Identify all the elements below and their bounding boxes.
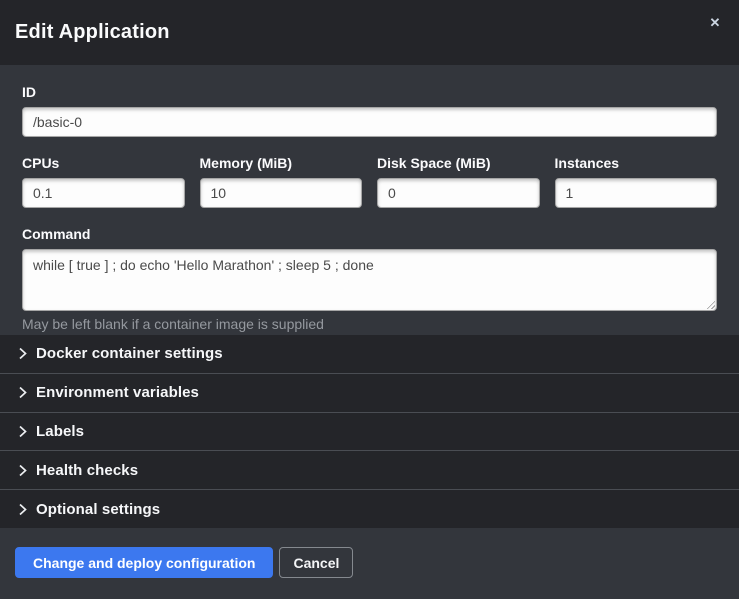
id-field-group: ID bbox=[22, 84, 717, 137]
chevron-right-icon bbox=[18, 347, 27, 360]
section-optional-settings[interactable]: Optional settings bbox=[0, 489, 739, 528]
section-docker-container-settings[interactable]: Docker container settings bbox=[0, 335, 739, 373]
change-and-deploy-button[interactable]: Change and deploy configuration bbox=[15, 547, 273, 578]
command-label: Command bbox=[22, 226, 717, 242]
instances-field-group: Instances bbox=[555, 155, 718, 208]
instances-label: Instances bbox=[555, 155, 718, 171]
memory-label: Memory (MiB) bbox=[200, 155, 363, 171]
section-label: Environment variables bbox=[36, 384, 199, 401]
chevron-right-icon bbox=[18, 464, 27, 477]
memory-field-group: Memory (MiB) bbox=[200, 155, 363, 208]
section-label: Optional settings bbox=[36, 501, 160, 518]
cpus-input[interactable] bbox=[22, 178, 185, 208]
id-input[interactable] bbox=[22, 107, 717, 137]
instances-input[interactable] bbox=[555, 178, 718, 208]
section-health-checks[interactable]: Health checks bbox=[0, 450, 739, 489]
resources-row: CPUs Memory (MiB) Disk Space (MiB) Insta… bbox=[22, 155, 717, 208]
cancel-button[interactable]: Cancel bbox=[279, 547, 353, 578]
chevron-right-icon bbox=[18, 425, 27, 438]
section-environment-variables[interactable]: Environment variables bbox=[0, 373, 739, 412]
disk-label: Disk Space (MiB) bbox=[377, 155, 540, 171]
modal-header: Edit Application ✕ bbox=[0, 0, 739, 65]
section-label: Health checks bbox=[36, 462, 138, 479]
command-textarea[interactable]: while [ true ] ; do echo 'Hello Marathon… bbox=[22, 249, 717, 311]
command-textarea-wrap: while [ true ] ; do echo 'Hello Marathon… bbox=[22, 249, 717, 311]
section-label: Docker container settings bbox=[36, 345, 223, 362]
modal-body: ID CPUs Memory (MiB) Disk Space (MiB) In… bbox=[0, 65, 739, 335]
id-label: ID bbox=[22, 84, 717, 100]
chevron-right-icon bbox=[18, 386, 27, 399]
disk-input[interactable] bbox=[377, 178, 540, 208]
memory-input[interactable] bbox=[200, 178, 363, 208]
modal-title: Edit Application bbox=[15, 21, 170, 44]
disk-field-group: Disk Space (MiB) bbox=[377, 155, 540, 208]
section-labels[interactable]: Labels bbox=[0, 412, 739, 451]
close-icon[interactable]: ✕ bbox=[705, 13, 725, 33]
section-label: Labels bbox=[36, 423, 84, 440]
cpus-label: CPUs bbox=[22, 155, 185, 171]
command-field-group: Command while [ true ] ; do echo 'Hello … bbox=[22, 226, 717, 333]
cpus-field-group: CPUs bbox=[22, 155, 185, 208]
edit-application-modal: Edit Application ✕ ID CPUs Memory (MiB) … bbox=[0, 0, 739, 599]
command-help-text: May be left blank if a container image i… bbox=[22, 316, 717, 333]
collapsible-sections: Docker container settings Environment va… bbox=[0, 335, 739, 528]
chevron-right-icon bbox=[18, 503, 27, 516]
modal-footer: Change and deploy configuration Cancel bbox=[0, 528, 739, 599]
